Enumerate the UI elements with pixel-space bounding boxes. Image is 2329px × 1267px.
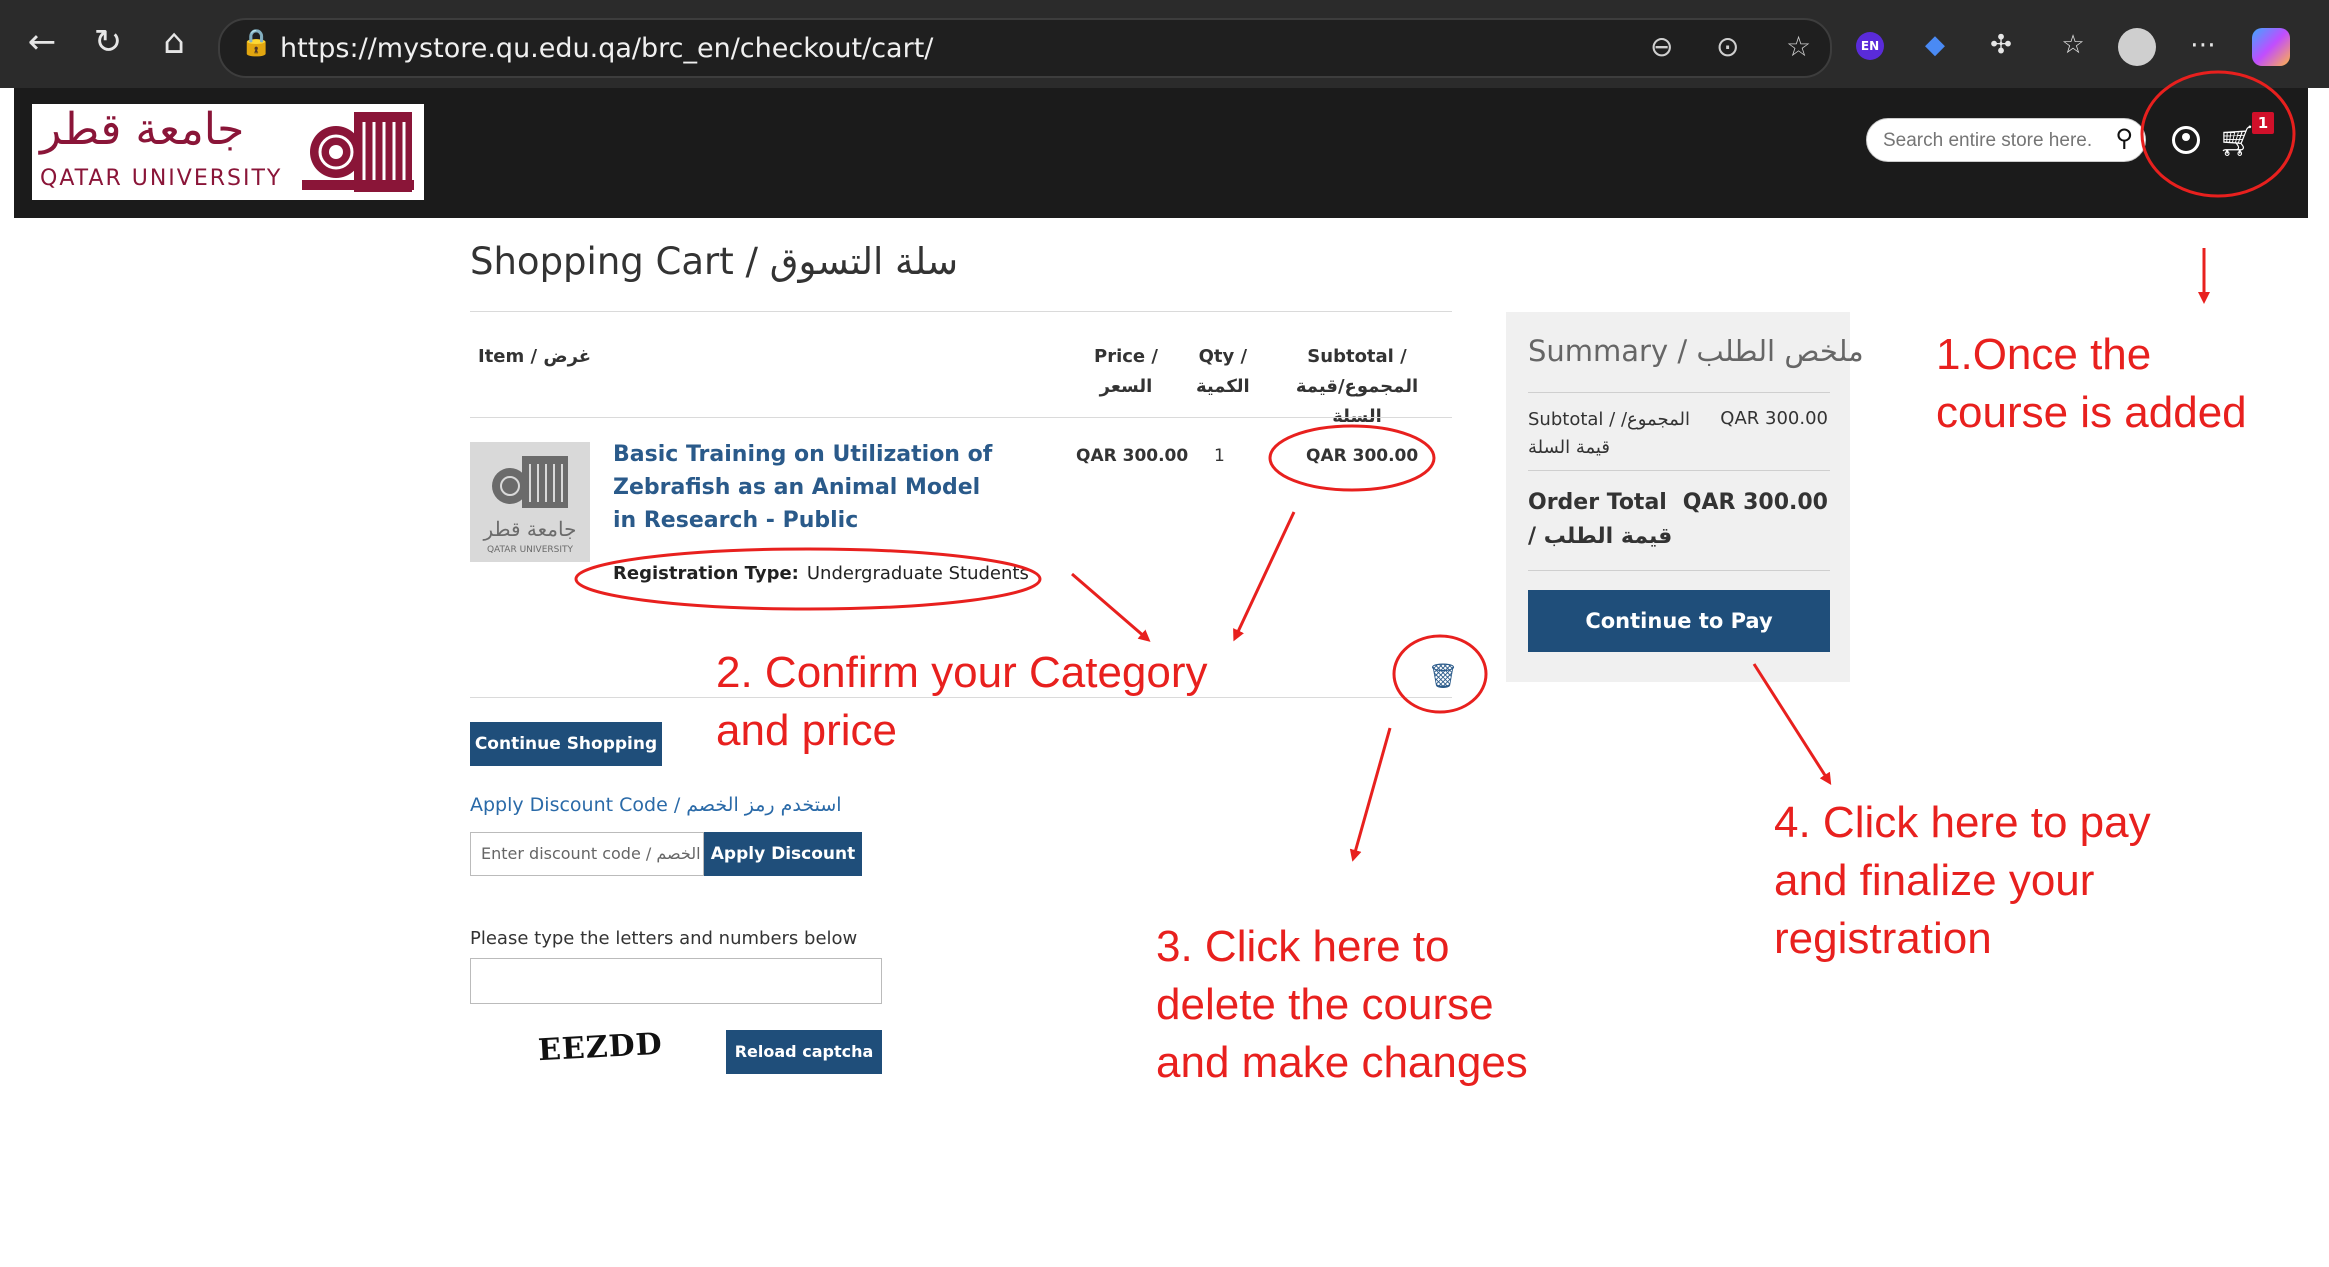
product-thumbnail[interactable]: جامعة قطر QATAR UNIVERSITY [470,442,590,562]
account-icon[interactable] [2172,126,2200,154]
search-input[interactable] [1881,127,2095,155]
title-divider [470,311,1452,312]
home-icon[interactable]: ⌂ [154,22,194,62]
order-summary-panel: Summary / ملخص الطلب Subtotal / المجموع/… [1506,312,1864,682]
thumb-arabic-text: جامعة قطر [483,517,577,541]
annotation-step4: 4. Click here to pay and finalize your reg… [1774,798,2151,963]
summary-divider [1528,570,1830,571]
discount-code-input[interactable]: Enter discount code / الخصم [470,832,704,876]
favorites-icon[interactable]: ☆ [2056,28,2090,62]
qatar-university-logo[interactable]: جامعة قطر QATAR UNIVERSITY [32,104,424,200]
extension-icon[interactable]: ◆ [1918,28,1952,62]
column-header-item: Item / غرض [478,346,592,367]
reload-icon[interactable]: ↻ [88,22,128,62]
logo-english-text: QATAR UNIVERSITY [40,166,283,191]
delete-item-trash-icon[interactable]: 🗑︎ [1428,662,1458,690]
product-name-link[interactable]: Basic Training on Utilization of Zebrafi… [613,438,1003,537]
column-header-price: Price / السعر [1094,346,1158,397]
search-icon[interactable]: ⚲ [2115,124,2133,152]
annotation-step2: 2. Confirm your Category and price [716,648,1208,755]
page-title: Shopping Cart / سلة التسوق [470,240,959,283]
continue-to-pay-button[interactable]: Continue to Pay [1528,590,1830,652]
item-price: QAR 300.00 [1076,446,1189,466]
continue-shopping-button[interactable]: Continue Shopping [470,722,662,766]
address-bar[interactable]: 🔒 https://mystore.qu.edu.qa/brc_en/check… [218,18,1832,78]
language-extension-icon[interactable]: EN [1856,32,1884,60]
product-logo-icon: جامعة قطر QATAR UNIVERSITY [483,456,577,555]
ellipsis-menu-icon[interactable]: ⋯ [2186,28,2220,62]
copilot-icon[interactable] [2252,28,2290,66]
browser-toolbar: ← ↻ ⌂ 🔒 https://mystore.qu.edu.qa/brc_en… [0,0,2329,88]
apply-discount-toggle-link[interactable]: Apply Discount Code / استخدم رمز الخصم [470,794,842,816]
logo-arabic-text: جامعة قطر [40,104,245,155]
summary-subtotal-value: QAR 300.00 [1720,408,1828,429]
summary-divider [1528,392,1830,393]
registration-type-label: Registration Type: [613,563,799,584]
reload-captcha-button[interactable]: Reload captcha [726,1030,882,1074]
registration-type-value: Undergraduate Students [806,563,1029,584]
summary-divider [1528,470,1830,471]
zoom-icon[interactable]: ⊖ [1650,30,1673,63]
column-header-subtotal: Subtotal / المجموع/قيمة السلة [1295,346,1419,427]
summary-order-total-value: QAR 300.00 [1682,490,1828,515]
thumb-english-text: QATAR UNIVERSITY [487,545,574,555]
annotation-step1: 1.Once the course is added [1936,330,2247,437]
captcha-label: Please type the letters and numbers belo… [470,928,858,949]
puzzle-icon[interactable]: ✣ [1984,28,2018,62]
summary-order-total-label: Order Total / قيمة الطلب [1528,490,1673,549]
cart-icon[interactable]: 🛒︎ [2218,124,2256,159]
summary-title: Summary / ملخص الطلب [1528,334,1864,368]
registration-type: Registration Type: Undergraduate Students [613,563,1029,584]
back-arrow-icon[interactable]: ← [22,22,62,62]
url-text[interactable]: https://mystore.qu.edu.qa/brc_en/checkou… [280,33,933,64]
item-subtotal: QAR 300.00 [1306,446,1419,466]
column-header-qty: Qty / الكمية [1196,346,1250,397]
summary-subtotal-label: Subtotal / المجموع/ قيمة السلة [1528,409,1690,458]
lock-icon: 🔒 [240,28,273,58]
more-tools-icon[interactable]: ⊙ [1716,30,1739,63]
item-qty[interactable]: 1 [1214,446,1225,466]
annotation-step3: 3. Click here to delete the course and mak… [1156,922,1528,1087]
captcha-image: EEZDD [537,1026,664,1069]
captcha-input[interactable] [470,958,882,1004]
cart-count-badge: 1 [2252,112,2274,134]
favorite-star-icon[interactable]: ☆ [1786,30,1811,63]
store-search[interactable]: ⚲ [1866,118,2146,162]
university-emblem-icon [302,112,414,192]
apply-discount-button[interactable]: Apply Discount [704,832,862,876]
profile-avatar[interactable] [2118,28,2156,66]
header-divider [470,417,1452,418]
